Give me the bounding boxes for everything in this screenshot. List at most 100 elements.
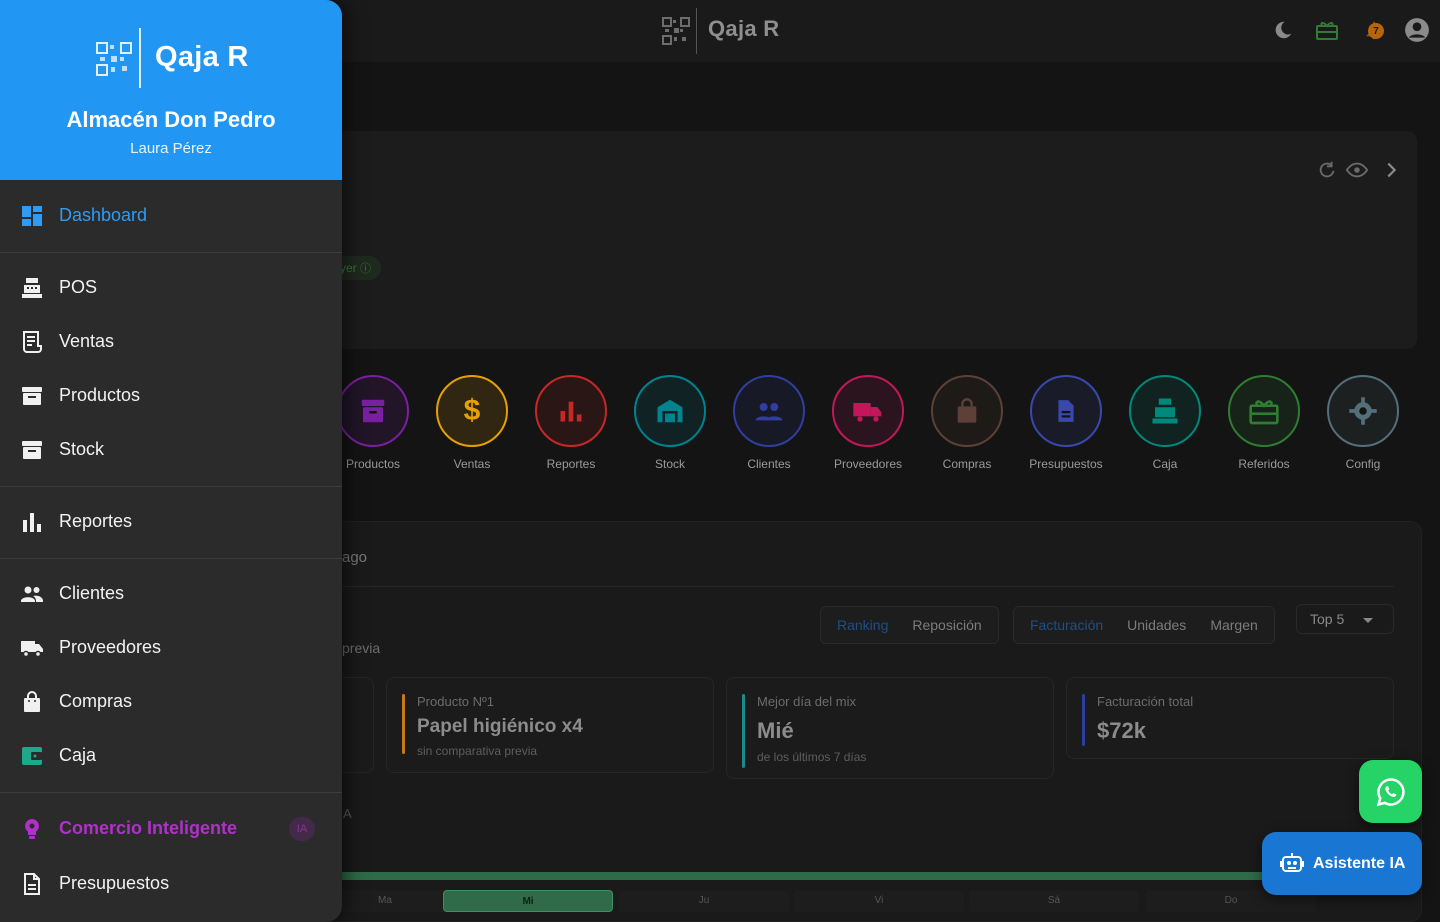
nav-label: Stock [59,439,105,459]
nav-item-stock[interactable]: Stock [0,423,342,477]
account-icon[interactable] [1404,17,1430,43]
dollar-icon: $ [463,394,481,427]
chevron-right-icon[interactable] [1380,159,1402,181]
tab-reposicion[interactable]: Reposición [900,617,993,633]
nav-label: Presupuestos [59,873,170,893]
register-icon [1152,398,1178,424]
ai-assistant-button[interactable]: Asistente IA [1262,832,1422,895]
kpi-value: $72k [1097,718,1146,743]
day-chip-active[interactable]: Mi [443,890,613,912]
day-strip: Ma Mi Ju Vi Sá Do [300,890,1400,912]
gift-icon[interactable] [1314,17,1340,43]
quick-ring [832,375,904,447]
nav-label: Dashboard [59,205,148,225]
tab-unidades[interactable]: Unidades [1115,617,1198,633]
gift-icon [1249,400,1279,425]
quick-access-reportes[interactable]: Reportes [526,375,616,471]
nav-item-proveedores[interactable]: Proveedores [0,621,342,675]
quick-access-label: Caja [1152,457,1178,471]
quick-access-label: Config [1345,457,1381,471]
kpi-accent-bar [742,694,745,768]
kpi-accent-bar [402,694,405,754]
day-chip[interactable]: Sá [969,890,1139,912]
quick-access-referidos[interactable]: Referidos [1219,375,1309,471]
quick-ring [1030,375,1102,447]
quick-access-proveedores[interactable]: Proveedores [823,375,913,471]
bar-chart-icon [23,513,41,532]
quick-ring [337,375,409,447]
receipt-icon [23,331,42,353]
refresh-icon[interactable] [1316,159,1338,181]
nav-label: Proveedores [59,637,162,657]
kpi-value: Mié [757,718,794,743]
nav-item-reportes[interactable]: Reportes [0,495,342,549]
quick-access-compras[interactable]: Compras [922,375,1012,471]
quick-ring [1228,375,1300,447]
quick-ring [535,375,607,447]
quick-access-label: Presupuestos [1029,457,1103,471]
quick-access-clientes[interactable]: Clientes [724,375,814,471]
shopping-bag-icon [957,398,977,423]
day-progress-bar [300,872,1300,880]
nav-item-caja[interactable]: Caja [0,729,342,783]
top-n-select[interactable]: Top 5 [1296,604,1394,634]
qr-logo-icon [662,17,690,45]
day-chip[interactable]: Vi [794,890,964,912]
quick-ring [634,375,706,447]
nav-label: Caja [59,745,97,765]
quick-ring [733,375,805,447]
nav-label: Ventas [59,331,115,351]
nav-item-dashboard[interactable]: Dashboard [0,189,342,243]
ia-badge: IA [289,817,315,841]
analytics-subtitle-fragment: previa [342,640,381,656]
kpi-card-top-product: Producto Nº1 Papel higiénico x4 sin comp… [386,677,714,773]
quick-access-stock[interactable]: Stock [625,375,715,471]
kpi-label: Mejor día del mix [757,694,856,709]
dashboard-icon [22,206,42,226]
wallet-icon [22,747,42,765]
quick-ring: $ [436,375,508,447]
quick-access-ventas[interactable]: $ Ventas [427,375,517,471]
nav-label: Compras [59,691,133,711]
gear-icon [1349,397,1377,425]
drawer-divider [0,558,342,559]
nav-item-presupuestos[interactable]: Presupuestos [0,857,342,911]
truck-icon [853,403,882,422]
bar-chart-icon [560,401,582,422]
whatsapp-button[interactable] [1359,760,1422,823]
brand-divider [139,28,141,88]
nav-item-ventas[interactable]: Ventas [0,315,342,369]
quick-access-label: Ventas [453,457,491,471]
nav-item-comercio-inteligente[interactable]: Comercio Inteligente IA [0,802,342,856]
moon-icon[interactable] [1270,17,1296,43]
nav-item-compras[interactable]: Compras [0,675,342,729]
notification-badge: 7 [1368,23,1384,39]
kpi-accent-bar [1082,694,1085,746]
kpi-value: Papel higiénico x4 [417,716,583,737]
kpi-note: sin comparativa previa [417,744,538,758]
quick-access-config[interactable]: Config [1318,375,1408,471]
navigation-drawer: Qaja R Almacén Don Pedro Laura Pérez Das… [0,0,342,922]
robot-icon [1280,852,1304,872]
shopping-bag-icon [24,691,40,712]
quick-access-label: Reportes [546,457,596,471]
nav-item-clientes[interactable]: Clientes [0,567,342,621]
day-chip[interactable]: Ju [619,890,789,912]
quick-access-presupuestos[interactable]: Presupuestos [1021,375,1111,471]
metric-toggle: Facturación Unidades Margen [1013,606,1275,644]
tab-margen[interactable]: Margen [1198,617,1269,633]
document-icon [1058,400,1074,422]
nav-label: Comercio Inteligente [59,818,238,838]
quick-access-caja[interactable]: Caja [1120,375,1210,471]
kpi-label: Facturación total [1097,694,1194,709]
top-n-value: Top 5 [1310,611,1345,627]
people-icon [21,586,43,602]
tab-facturacion[interactable]: Facturación [1018,617,1115,633]
quick-access-label: Clientes [747,457,791,471]
eye-icon[interactable] [1346,159,1368,181]
nav-item-productos[interactable]: Productos [0,369,342,423]
tab-ranking[interactable]: Ranking [825,617,900,633]
kpi-label: Producto Nº1 [417,694,495,709]
drawer-divider [0,252,342,253]
nav-item-pos[interactable]: POS [0,261,342,315]
